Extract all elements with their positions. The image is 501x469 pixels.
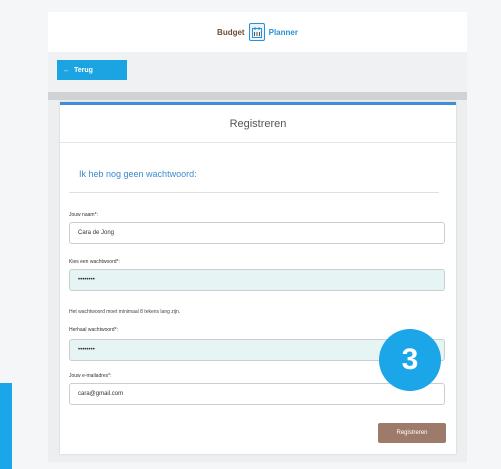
step-number-badge: 3 (379, 329, 441, 391)
name-label: Jouw naam*: (69, 212, 98, 218)
section-divider (69, 192, 439, 193)
app-screen: Budget Planner ← Terug Registreren Ik he… (48, 12, 467, 462)
register-button[interactable]: Registreren (378, 423, 446, 443)
header-divider (48, 92, 467, 100)
section-heading: Ik heb nog geen wachtwoord: (79, 169, 197, 179)
back-button-label: Terug (74, 66, 93, 74)
app-header: Budget Planner (48, 12, 467, 52)
password-label: Kies een wachtwoord*: (69, 259, 120, 265)
navigation-bar: ← Terug (48, 52, 467, 92)
brand-name-right: Planner (268, 27, 298, 37)
email-input[interactable]: cara@gmail.com (69, 383, 445, 405)
back-button[interactable]: ← Terug (57, 60, 127, 80)
name-input[interactable]: Cara de Jong (69, 222, 445, 244)
form-title: Registreren (60, 105, 456, 143)
brand-name-left: Budget (217, 27, 245, 37)
email-label: Jouw e-mailadres*: (69, 373, 112, 379)
repeat-password-label: Herhaal wachtwoord*: (69, 327, 118, 333)
left-accent-bar (0, 383, 12, 469)
calendar-logo-icon (248, 23, 265, 41)
password-hint: Het wachtwoord moet minimaal 8 tekens la… (69, 309, 181, 315)
arrow-left-icon: ← (63, 66, 70, 74)
password-input[interactable]: •••••••• (69, 269, 445, 291)
registration-form: Registreren Ik heb nog geen wachtwoord: … (60, 102, 456, 454)
